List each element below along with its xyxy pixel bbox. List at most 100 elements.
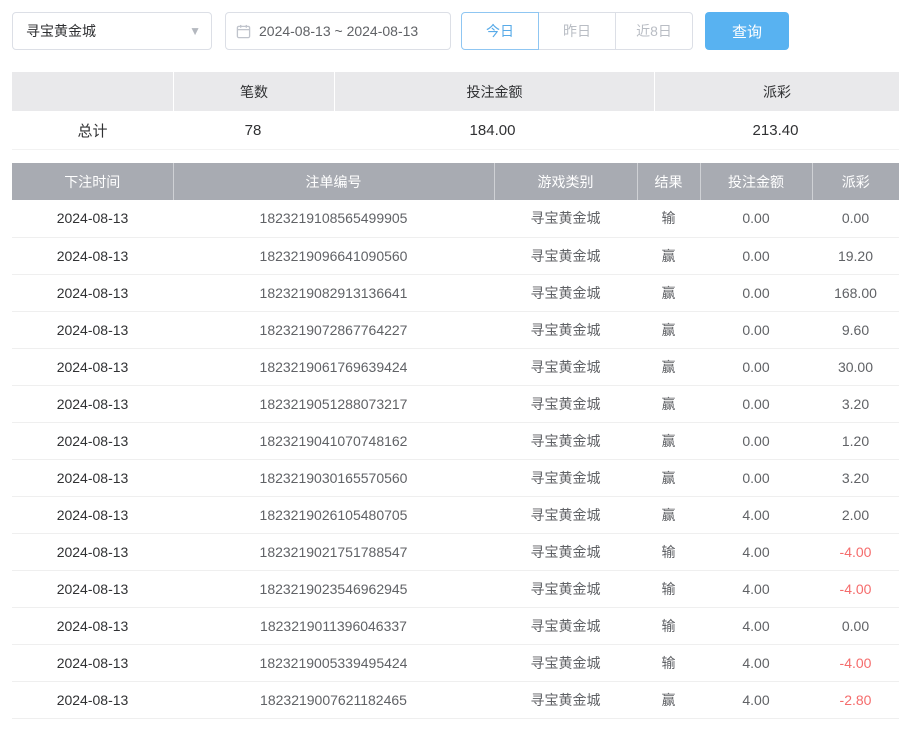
bet-amount-cell: 0.00 [700,422,812,459]
payout-cell: -2.80 [812,681,899,718]
summary-header-bet-amount: 投注金额 [335,72,654,111]
game-category-cell: 寻宝黄金城 [494,237,637,274]
table-row: 2024-08-13 1823219108565499905 寻宝黄金城 输 0… [12,200,899,237]
game-category-cell: 寻宝黄金城 [494,348,637,385]
table-row: 2024-08-13 1823219082913136641 寻宝黄金城 赢 0… [12,274,899,311]
result-cell: 输 [637,570,700,607]
toolbar: 寻宝黄金城 ▼ 2024-08-13 ~ 2024-08-13 今日 昨日 近8… [0,0,911,50]
bet-date-cell: 2024-08-13 [12,311,173,348]
summary-header-count: 笔数 [174,72,334,111]
bet-amount-cell: 0.00 [700,237,812,274]
bet-amount-cell: 4.00 [700,570,812,607]
result-cell: 输 [637,200,700,237]
game-category-cell: 寻宝黄金城 [494,681,637,718]
order-number-cell: 1823219026105480705 [173,496,494,533]
summary-header: 笔数 投注金额 派彩 [12,72,899,111]
order-number-cell: 1823219072867764227 [173,311,494,348]
bet-date-cell: 2024-08-13 [12,533,173,570]
order-number-cell: 1823219041070748162 [173,422,494,459]
order-number-cell: 1823219021751788547 [173,533,494,570]
game-category-cell: 寻宝黄金城 [494,496,637,533]
payout-cell: 30.00 [812,348,899,385]
col-header-game-category: 游戏类别 [494,163,637,200]
bet-date-cell: 2024-08-13 [12,385,173,422]
bet-amount-cell: 0.00 [700,385,812,422]
bet-table-body: 2024-08-13 1823219108565499905 寻宝黄金城 输 0… [12,200,899,718]
table-row: 2024-08-13 1823219041070748162 寻宝黄金城 赢 0… [12,422,899,459]
result-cell: 输 [637,644,700,681]
table-row: 2024-08-13 1823219072867764227 寻宝黄金城 赢 0… [12,311,899,348]
table-row: 2024-08-13 1823219011396046337 寻宝黄金城 输 4… [12,607,899,644]
bet-amount-cell: 4.00 [700,533,812,570]
bet-date-cell: 2024-08-13 [12,681,173,718]
payout-cell: 168.00 [812,274,899,311]
order-number-cell: 1823219007621182465 [173,681,494,718]
table-row: 2024-08-13 1823219051288073217 寻宝黄金城 赢 0… [12,385,899,422]
bet-table-header-row: 下注时间 注单编号 游戏类别 结果 投注金额 派彩 [12,163,899,200]
payout-cell: -4.00 [812,644,899,681]
summary-total-label: 总计 [12,111,173,149]
bet-amount-cell: 4.00 [700,496,812,533]
result-cell: 赢 [637,385,700,422]
bet-date-cell: 2024-08-13 [12,644,173,681]
summary-total-payout: 213.40 [652,111,899,149]
result-cell: 赢 [637,681,700,718]
payout-cell: 19.20 [812,237,899,274]
bet-date-cell: 2024-08-13 [12,607,173,644]
payout-cell: -4.00 [812,570,899,607]
col-header-bet-time: 下注时间 [12,163,173,200]
bet-amount-cell: 0.00 [700,459,812,496]
bet-date-cell: 2024-08-13 [12,348,173,385]
game-select[interactable]: 寻宝黄金城 ▼ [12,12,212,50]
game-category-cell: 寻宝黄金城 [494,570,637,607]
summary-header-payout: 派彩 [655,72,899,111]
query-button[interactable]: 查询 [705,12,789,50]
game-category-cell: 寻宝黄金城 [494,459,637,496]
result-cell: 输 [637,533,700,570]
order-number-cell: 1823219082913136641 [173,274,494,311]
game-category-cell: 寻宝黄金城 [494,274,637,311]
bet-date-cell: 2024-08-13 [12,237,173,274]
game-category-cell: 寻宝黄金城 [494,607,637,644]
game-category-cell: 寻宝黄金城 [494,644,637,681]
today-button[interactable]: 今日 [461,12,539,50]
bet-amount-cell: 4.00 [700,681,812,718]
payout-cell: 1.20 [812,422,899,459]
bet-date-cell: 2024-08-13 [12,496,173,533]
order-number-cell: 1823219023546962945 [173,570,494,607]
result-cell: 赢 [637,274,700,311]
order-number-cell: 1823219061769639424 [173,348,494,385]
table-row: 2024-08-13 1823219023546962945 寻宝黄金城 输 4… [12,570,899,607]
payout-cell: 3.20 [812,385,899,422]
col-header-order-number: 注单编号 [173,163,494,200]
bet-date-cell: 2024-08-13 [12,274,173,311]
quick-range-group: 今日 昨日 近8日 [461,12,693,50]
payout-cell: 0.00 [812,200,899,237]
chevron-down-icon: ▼ [189,24,201,38]
calendar-icon [236,24,251,39]
table-row: 2024-08-13 1823219021751788547 寻宝黄金城 输 4… [12,533,899,570]
order-number-cell: 1823219096641090560 [173,237,494,274]
bet-date-cell: 2024-08-13 [12,422,173,459]
bet-amount-cell: 4.00 [700,607,812,644]
bet-table: 下注时间 注单编号 游戏类别 结果 投注金额 派彩 2024-08-13 182… [12,163,899,719]
result-cell: 赢 [637,348,700,385]
summary-total-bet-amount: 184.00 [333,111,652,149]
game-category-cell: 寻宝黄金城 [494,533,637,570]
page: { "filters": { "game_select_value": "寻宝黄… [0,0,911,742]
last-8-days-button[interactable]: 近8日 [615,12,693,50]
bet-date-cell: 2024-08-13 [12,459,173,496]
bet-amount-cell: 0.00 [700,311,812,348]
result-cell: 赢 [637,237,700,274]
order-number-cell: 1823219108565499905 [173,200,494,237]
bet-amount-cell: 4.00 [700,644,812,681]
date-range-input[interactable]: 2024-08-13 ~ 2024-08-13 [225,12,451,50]
payout-cell: 2.00 [812,496,899,533]
summary-table: 笔数 投注金额 派彩 总计 78 184.00 213.40 [12,72,899,150]
table-row: 2024-08-13 1823219007621182465 寻宝黄金城 赢 4… [12,681,899,718]
payout-cell: 0.00 [812,607,899,644]
yesterday-button[interactable]: 昨日 [538,12,616,50]
payout-cell: 9.60 [812,311,899,348]
result-cell: 赢 [637,459,700,496]
order-number-cell: 1823219030165570560 [173,459,494,496]
